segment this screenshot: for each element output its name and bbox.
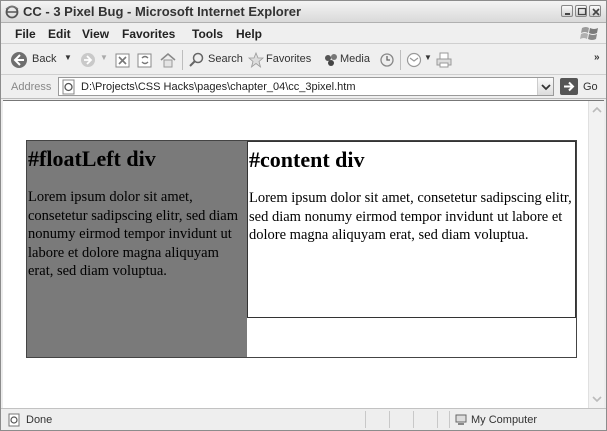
zone-label: My Computer <box>471 414 538 426</box>
menu-edit[interactable]: Edit <box>48 27 71 41</box>
maximize-icon <box>577 7 587 16</box>
menu-help[interactable]: Help <box>236 27 262 41</box>
close-icon <box>592 8 600 16</box>
windows-flag-icon <box>580 27 598 40</box>
minimize-button[interactable] <box>561 5 573 17</box>
back-label[interactable]: Back <box>32 53 56 65</box>
media-label[interactable]: Media <box>340 53 370 65</box>
scroll-up-icon[interactable] <box>590 103 604 117</box>
status-cell <box>365 411 389 428</box>
float-left-box: #floatLeft div Lorem ipsum dolor sit ame… <box>27 141 247 357</box>
back-arrow-icon[interactable] <box>9 50 29 70</box>
status-cell <box>437 411 449 428</box>
toolbar-overflow-chevron[interactable]: » <box>594 52 600 63</box>
status-text: Done <box>26 414 53 426</box>
minimize-icon <box>565 13 570 15</box>
back-dropdown-icon[interactable]: ▼ <box>64 53 72 62</box>
float-left-heading: #floatLeft div <box>28 146 156 171</box>
address-bar: Address D:\Projects\CSS Hacks\pages\chap… <box>1 75 606 99</box>
status-cell <box>389 411 413 428</box>
menu-tools[interactable]: Tools <box>192 27 223 41</box>
toolbar-separator <box>182 50 183 70</box>
menu-bar: File Edit View Favorites Tools Help <box>1 23 606 44</box>
go-label[interactable]: Go <box>583 81 598 93</box>
page-icon <box>62 79 75 95</box>
content-heading: #content div <box>249 147 365 172</box>
history-icon[interactable] <box>378 50 396 70</box>
my-computer-icon <box>455 414 467 425</box>
status-bar: Done My Computer <box>1 408 606 430</box>
favorites-label[interactable]: Favorites <box>266 53 311 65</box>
stop-icon[interactable] <box>114 50 132 70</box>
menu-view[interactable]: View <box>82 27 109 41</box>
favorites-star-icon[interactable] <box>247 50 265 70</box>
vertical-scrollbar[interactable] <box>588 101 604 408</box>
page-viewport: #floatLeft div Lorem ipsum dolor sit ame… <box>3 100 604 408</box>
content-paragraph: Lorem ipsum dolor sit amet, consetetur s… <box>249 190 572 243</box>
search-label[interactable]: Search <box>208 53 243 65</box>
address-input[interactable]: D:\Projects\CSS Hacks\pages\chapter_04\c… <box>58 77 554 96</box>
browser-window: CC - 3 Pixel Bug - Microsoft Internet Ex… <box>0 0 607 431</box>
maximize-button[interactable] <box>575 5 587 17</box>
scroll-down-icon[interactable] <box>590 392 604 406</box>
address-label: Address <box>11 81 52 93</box>
search-icon[interactable] <box>188 50 206 70</box>
forward-arrow-icon[interactable] <box>78 50 98 70</box>
print-icon[interactable] <box>435 50 453 70</box>
demo-container: #floatLeft div Lorem ipsum dolor sit ame… <box>26 140 577 358</box>
mail-icon[interactable] <box>405 50 423 70</box>
title-bar[interactable]: CC - 3 Pixel Bug - Microsoft Internet Ex… <box>1 1 606 23</box>
status-cell <box>413 411 437 428</box>
content-box: #content div Lorem ipsum dolor sit amet,… <box>247 141 576 318</box>
ie-icon <box>5 5 19 19</box>
address-url[interactable]: D:\Projects\CSS Hacks\pages\chapter_04\c… <box>81 81 356 93</box>
media-icon[interactable] <box>322 50 340 70</box>
menu-favorites[interactable]: Favorites <box>122 27 175 41</box>
close-button[interactable] <box>589 5 601 17</box>
window-title: CC - 3 Pixel Bug - Microsoft Internet Ex… <box>23 4 302 19</box>
menu-file[interactable]: File <box>15 27 36 41</box>
address-dropdown-button[interactable] <box>537 78 553 95</box>
toolbar: Back ▼ ▼ Search Favorites Media ▼ » <box>1 44 606 75</box>
page-done-icon <box>8 413 20 427</box>
refresh-icon[interactable] <box>136 50 154 70</box>
home-icon[interactable] <box>159 50 177 70</box>
chevron-down-icon <box>541 84 551 91</box>
go-arrow-icon <box>564 81 575 92</box>
forward-dropdown-icon[interactable]: ▼ <box>100 53 108 62</box>
toolbar-separator <box>400 50 401 70</box>
go-button[interactable] <box>560 78 578 95</box>
mail-dropdown-icon[interactable]: ▼ <box>424 53 432 62</box>
float-left-paragraph: Lorem ipsum dolor sit amet, consetetur s… <box>28 189 239 279</box>
